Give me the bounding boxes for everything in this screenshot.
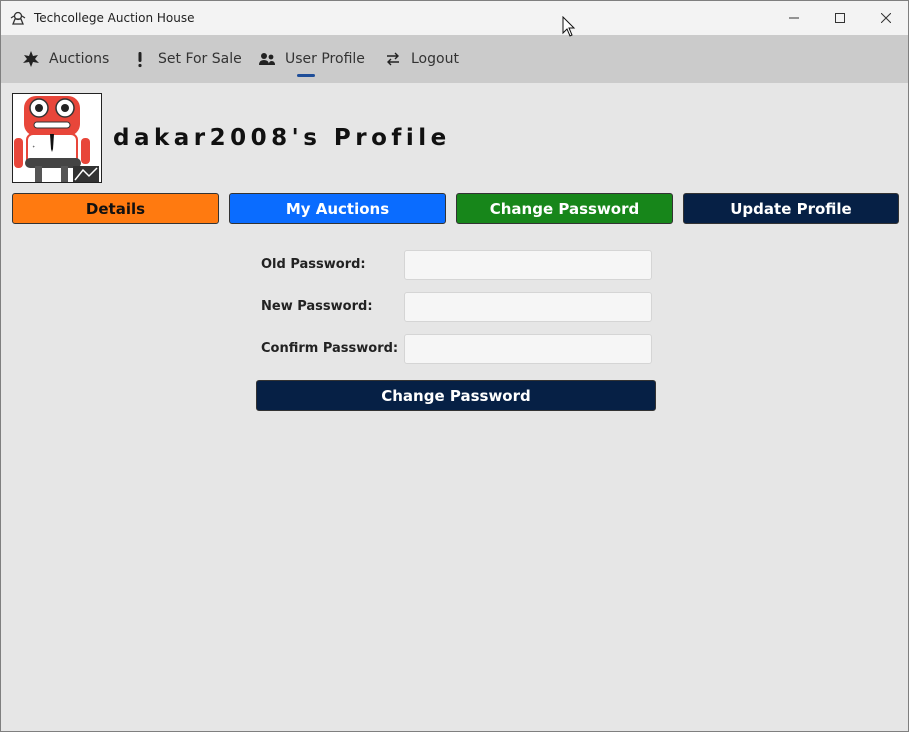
nav-item-auctions[interactable]: Auctions: [22, 35, 109, 83]
maximize-icon: [835, 13, 845, 23]
confirm-password-field[interactable]: [404, 334, 652, 364]
change-password-tab-button[interactable]: Change Password: [456, 193, 673, 224]
nav-item-set-for-sale[interactable]: Set For Sale: [131, 35, 242, 83]
robot-avatar: ✦: [13, 94, 101, 182]
minimize-button[interactable]: [771, 1, 817, 35]
users-icon: [258, 50, 276, 68]
window-title: Techcollege Auction House: [34, 11, 195, 25]
auction-house-icon: [10, 10, 26, 26]
nav-item-label: Logout: [411, 51, 459, 67]
avatar: ✦: [12, 93, 102, 183]
confirm-password-label: Confirm Password:: [261, 341, 399, 356]
nav-bar: Auctions Set For Sale User Profile Logou…: [1, 35, 908, 83]
change-password-submit-button[interactable]: Change Password: [256, 380, 656, 411]
my-auctions-button[interactable]: My Auctions: [229, 193, 446, 224]
swap-arrows-icon: [384, 50, 402, 68]
close-button[interactable]: [863, 1, 909, 35]
details-button[interactable]: Details: [12, 193, 219, 224]
maximize-button[interactable]: [817, 1, 863, 35]
nav-item-label: Set For Sale: [158, 51, 242, 67]
update-profile-button[interactable]: Update Profile: [683, 193, 899, 224]
active-nav-indicator: [297, 74, 315, 77]
close-icon: [881, 13, 891, 23]
nav-item-logout[interactable]: Logout: [384, 35, 459, 83]
nav-item-label: User Profile: [285, 51, 365, 67]
auctions-icon: [22, 50, 40, 68]
new-password-field[interactable]: [404, 292, 652, 322]
app-window: Techcollege Auction House Auctions Set F…: [0, 0, 909, 732]
minimize-icon: [789, 17, 799, 19]
profile-title: dakar2008's Profile: [113, 125, 451, 151]
new-password-label: New Password:: [261, 299, 373, 314]
nav-item-label: Auctions: [49, 51, 110, 67]
old-password-field[interactable]: [404, 250, 652, 280]
title-bar[interactable]: Techcollege Auction House: [1, 1, 908, 35]
mouse-cursor-icon: [562, 16, 576, 37]
old-password-label: Old Password:: [261, 257, 366, 272]
exclamation-icon: [131, 50, 149, 68]
